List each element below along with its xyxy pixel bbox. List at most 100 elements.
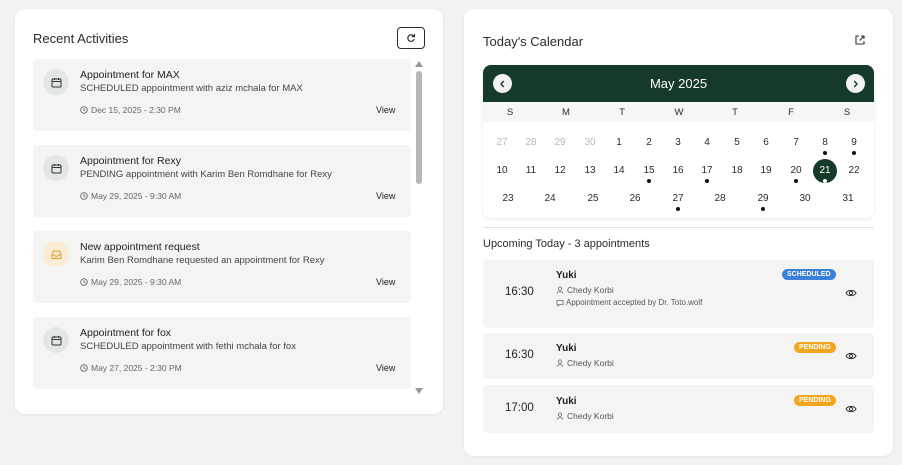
appointment-owner: Chedy Korbi <box>556 285 614 295</box>
event-dot <box>823 179 827 183</box>
calendar-day[interactable]: 8 <box>814 137 836 155</box>
activity-item: Appointment for MAX SCHEDULED appointmen… <box>33 59 411 131</box>
view-link[interactable]: View <box>376 277 395 287</box>
calendar-day[interactable]: 25 <box>582 193 604 204</box>
weekday-label: T <box>619 107 625 118</box>
calendar-day[interactable]: 17 <box>696 165 718 183</box>
next-month-button[interactable] <box>846 74 865 93</box>
calendar-day[interactable]: 14 <box>608 165 630 176</box>
weekday-label: W <box>674 107 684 118</box>
appointment-owner: Chedy Korbi <box>556 358 614 368</box>
view-link[interactable]: View <box>376 105 395 115</box>
user-icon <box>556 412 564 420</box>
clock-icon <box>80 192 88 200</box>
activity-description: SCHEDULED appointment with fethi mchala … <box>80 341 296 352</box>
chevron-right-icon <box>853 80 858 87</box>
appointment-note: Appointment accepted by Dr. Toto.wolf <box>566 298 703 307</box>
recent-activities-title: Recent Activities <box>33 31 129 46</box>
calendar-day[interactable]: 7 <box>785 137 807 148</box>
activity-title: Appointment for Rexy <box>80 155 181 167</box>
calendar-day[interactable]: 4 <box>696 137 718 148</box>
calendar-day[interactable]: 27 <box>491 137 513 148</box>
weekday-label: S <box>843 107 851 118</box>
calendar-day[interactable]: 24 <box>539 193 561 204</box>
calendar-day[interactable]: 1 <box>608 137 630 148</box>
calendar-day[interactable]: 20 <box>785 165 807 183</box>
calendar-day[interactable]: 18 <box>726 165 748 176</box>
status-badge: PENDING <box>794 342 836 353</box>
refresh-icon <box>407 34 416 42</box>
refresh-button[interactable] <box>397 27 425 49</box>
event-dot <box>794 179 798 183</box>
eye-icon[interactable] <box>845 351 857 361</box>
appointment-owner-name: Chedy Korbi <box>567 285 614 295</box>
comment-icon <box>556 300 564 307</box>
appointment-time: 16:30 <box>505 286 534 298</box>
calendar-day[interactable]: 13 <box>579 165 601 176</box>
calendar-day[interactable]: 6 <box>755 137 777 148</box>
calendar-day[interactable]: 10 <box>491 165 513 176</box>
calendar-day[interactable]: 23 <box>497 193 519 204</box>
activity-datetime-text: May 27, 2025 - 2:30 PM <box>91 363 182 373</box>
calendar-day[interactable]: 31 <box>837 193 859 204</box>
recent-activities-card: Recent Activities Appointment for MAX SC… <box>15 9 443 414</box>
calendar-day[interactable]: 12 <box>549 165 571 176</box>
eye-icon[interactable] <box>845 404 857 414</box>
activity-description: PENDING appointment with Karim Ben Romdh… <box>80 169 332 180</box>
appointment-time: 16:30 <box>505 349 534 361</box>
external-link-icon[interactable] <box>854 34 866 46</box>
appointment-owner-name: Chedy Korbi <box>567 358 614 368</box>
calendar-day[interactable]: 22 <box>843 165 865 176</box>
activity-title: Appointment for MAX <box>80 69 180 81</box>
status-badge: SCHEDULED <box>782 269 836 280</box>
view-link[interactable]: View <box>376 191 395 201</box>
activity-title: Appointment for fox <box>80 327 172 339</box>
calendar-day[interactable]: 9 <box>843 137 865 155</box>
section-divider <box>483 227 874 228</box>
calendar-day[interactable]: 27 <box>667 193 689 211</box>
calendar-day[interactable]: 3 <box>667 137 689 148</box>
calendar-day[interactable]: 30 <box>794 193 816 204</box>
activity-description: Karim Ben Romdhane requested an appointm… <box>80 255 325 266</box>
event-dot <box>705 179 709 183</box>
activity-item: New appointment request Karim Ben Romdha… <box>33 231 411 303</box>
calendar-day[interactable]: 5 <box>726 137 748 148</box>
activity-description: SCHEDULED appointment with aziz mchala f… <box>80 83 303 94</box>
scroll-down-arrow[interactable] <box>415 388 423 394</box>
todays-calendar-card: Today's Calendar May 2025 SMTWTFS 27 28 29… <box>464 9 893 456</box>
weekday-label: S <box>506 107 514 118</box>
calendar-day[interactable]: 19 <box>755 165 777 176</box>
appointment-card[interactable]: 16:30 Yuki Chedy Korbi Appointment accep… <box>483 260 874 328</box>
activity-datetime-text: Dec 15, 2025 - 2:30 PM <box>91 105 181 115</box>
view-link[interactable]: View <box>376 363 395 373</box>
calendar-day[interactable]: 16 <box>667 165 689 176</box>
activity-item: Appointment for fox SCHEDULED appointmen… <box>33 317 411 389</box>
activity-datetime: May 29, 2025 - 9:30 AM <box>80 277 181 287</box>
calendar-header: May 2025 <box>483 65 874 102</box>
calendar-day[interactable]: 30 <box>579 137 601 148</box>
calendar-day[interactable]: 11 <box>520 165 542 176</box>
calendar-day[interactable]: 21 <box>813 159 837 183</box>
event-dot <box>761 207 765 211</box>
appointment-card[interactable]: 16:30 Yuki Chedy Korbi PENDING <box>483 333 874 379</box>
calendar-day[interactable]: 2 <box>638 137 660 148</box>
clock-icon <box>80 364 88 372</box>
calendar-day[interactable]: 29 <box>752 193 774 211</box>
calendar-day[interactable]: 26 <box>624 193 646 204</box>
calendar-day[interactable]: 29 <box>549 137 571 148</box>
calendar-day[interactable]: 28 <box>520 137 542 148</box>
appointment-card[interactable]: 17:00 Yuki Chedy Korbi PENDING <box>483 385 874 433</box>
weekday-label: M <box>562 107 570 118</box>
eye-icon[interactable] <box>845 288 857 298</box>
upcoming-title: Upcoming Today - 3 appointments <box>483 238 650 250</box>
user-icon <box>556 359 564 367</box>
activity-datetime-text: May 29, 2025 - 9:30 AM <box>91 191 182 201</box>
scroll-up-arrow[interactable] <box>415 61 423 67</box>
calendar-day[interactable]: 28 <box>709 193 731 204</box>
activity-title: New appointment request <box>80 241 200 253</box>
calendar-day[interactable]: 15 <box>638 165 660 183</box>
appointment-owner: Chedy Korbi <box>556 411 614 421</box>
appointment-owner-name: Chedy Korbi <box>567 411 614 421</box>
scrollbar-thumb[interactable] <box>416 71 422 184</box>
appointment-pet-name: Yuki <box>556 343 577 354</box>
